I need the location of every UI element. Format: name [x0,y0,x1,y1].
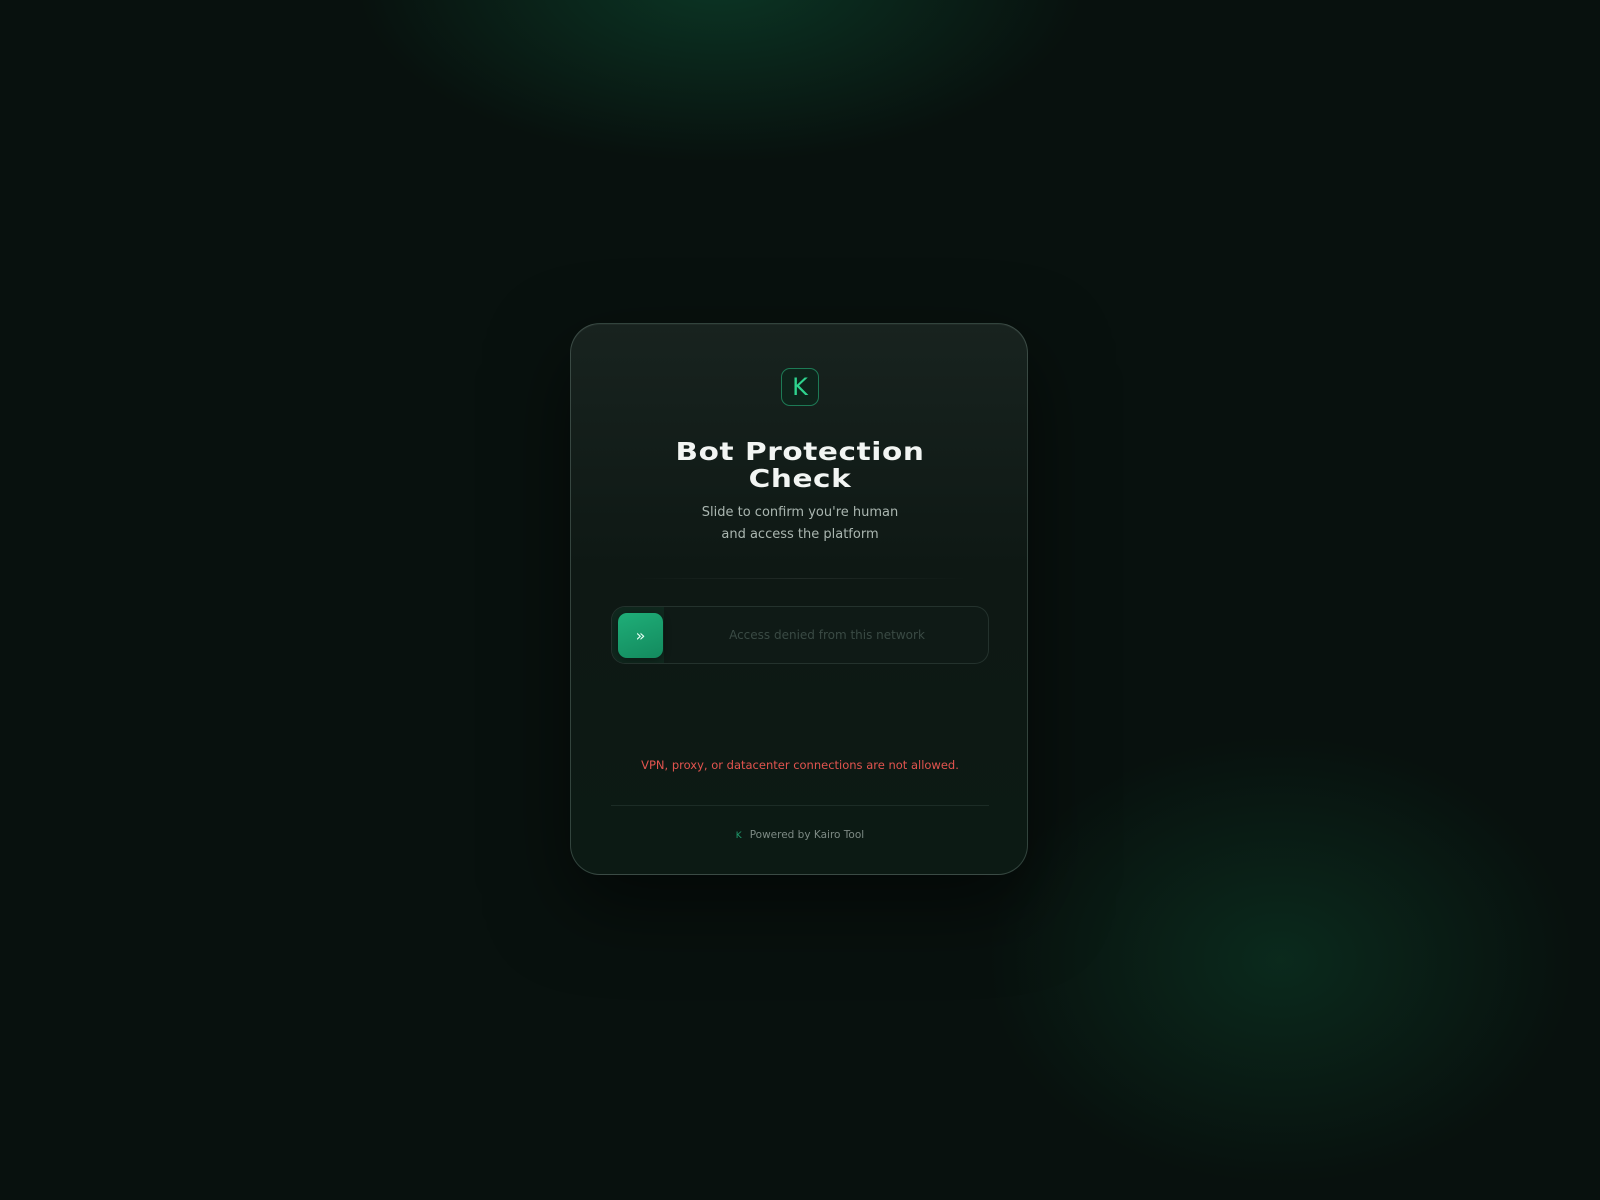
footer-divider [611,805,989,806]
verification-card: K Bot Protection Check Slide to confirm … [570,323,1028,875]
slider-status-text: Access denied from this network [729,628,925,642]
verification-slider[interactable]: » Access denied from this network [611,606,989,664]
brand-logo-icon: K [781,368,819,406]
brand-mark-icon: K [735,831,742,841]
slider-handle[interactable]: » [618,613,663,658]
footer: K Powered by Kairo Tool [571,829,1029,841]
subtitle-line-2: and access the platform [721,527,879,542]
title-line-1: Bot Protection [675,437,925,466]
title-line-2: Check [748,464,852,493]
divider [631,578,969,579]
error-message: VPN, proxy, or datacenter connections ar… [641,758,959,772]
subtitle-line-1: Slide to confirm you're human [701,505,899,520]
page-title: Bot Protection Check [530,438,1070,492]
chevrons-right-icon: » [635,626,646,645]
powered-by-text: Powered by Kairo Tool [749,829,865,841]
page-subtitle: Slide to confirm you're human and access… [571,502,1029,546]
